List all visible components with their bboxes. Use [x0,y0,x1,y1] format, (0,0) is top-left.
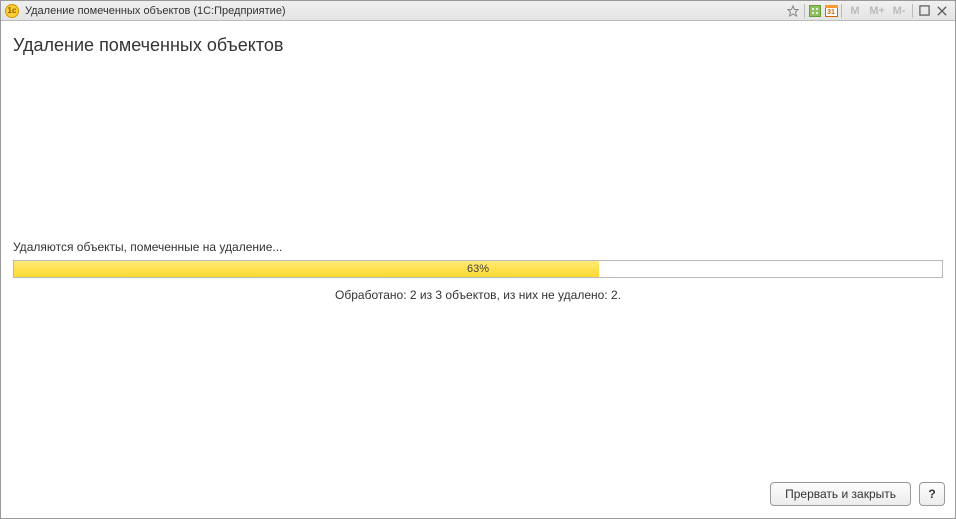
memory-mminus-button[interactable]: M- [888,3,910,19]
app-icon: 1c [5,4,19,18]
titlebar: 1c Удаление помеченных объектов (1С:Пред… [1,1,955,21]
progress-percent-label: 63% [14,261,942,277]
grid-icon[interactable] [807,4,823,18]
calendar-day: 31 [827,9,835,16]
status-text: Удаляются объекты, помеченные на удалени… [13,240,943,254]
maximize-icon[interactable] [915,3,933,19]
titlebar-separator [804,4,805,18]
window-root: 1c Удаление помеченных объектов (1С:Пред… [0,0,956,519]
calendar-icon[interactable]: 31 [823,3,839,19]
close-icon[interactable] [933,3,951,19]
titlebar-icons: 31 M M+ M- [784,3,951,19]
progress-bar: 63% [13,260,943,278]
titlebar-separator [841,4,842,18]
footer: Прервать и закрыть ? [1,478,955,518]
progress-area: Удаляются объекты, помеченные на удалени… [13,240,943,302]
titlebar-separator [912,4,913,18]
abort-close-button[interactable]: Прервать и закрыть [770,482,911,506]
page-title: Удаление помеченных объектов [13,35,943,56]
favorite-icon[interactable] [784,3,802,19]
window-title: Удаление помеченных объектов (1С:Предпри… [25,5,286,17]
progress-summary: Обработано: 2 из 3 объектов, из них не у… [13,288,943,302]
memory-mplus-button[interactable]: M+ [866,3,888,19]
memory-m-button[interactable]: M [844,3,866,19]
content-area: Удаление помеченных объектов Удаляются о… [1,21,955,478]
app-icon-text: 1c [8,6,17,15]
help-button[interactable]: ? [919,482,945,506]
